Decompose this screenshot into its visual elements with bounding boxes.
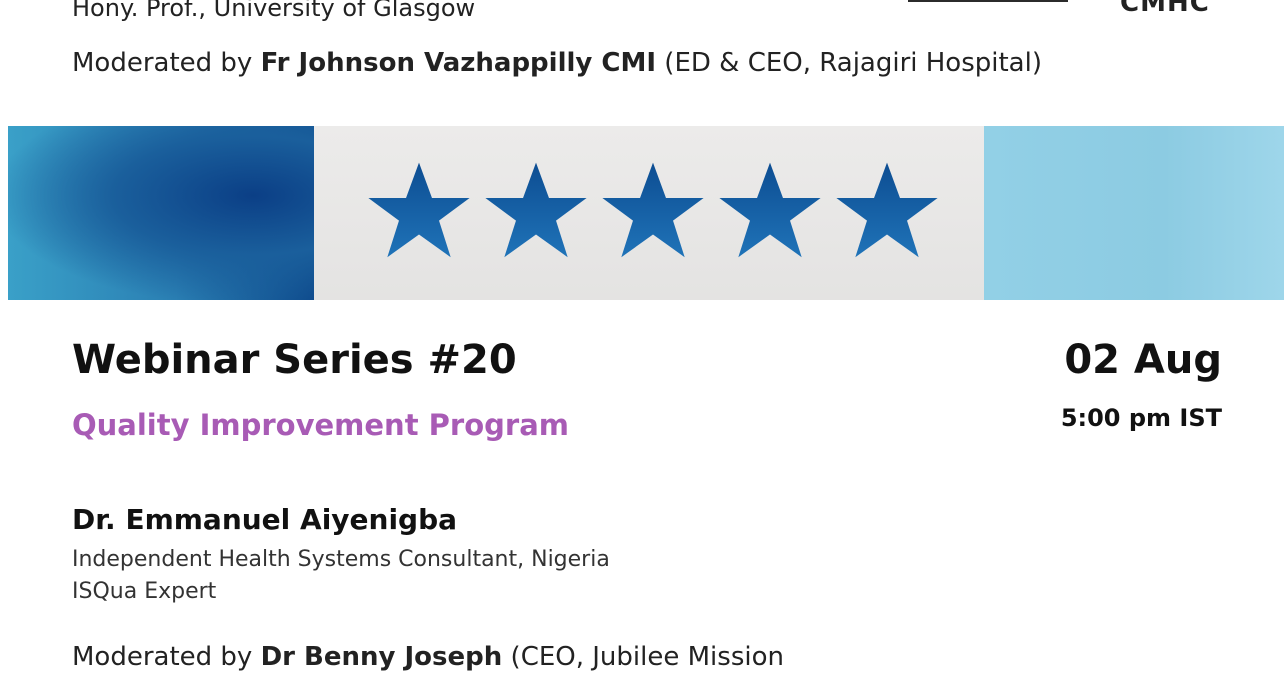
star-icon (481, 156, 591, 266)
webinar-date: 02 Aug (1064, 337, 1222, 383)
webinar-title: Webinar Series #20 (72, 337, 517, 383)
webinar-subtitle: Quality Improvement Program (72, 408, 569, 442)
rating-banner (8, 126, 1284, 300)
star-icon (364, 156, 474, 266)
star-icon (832, 156, 942, 266)
moderator-name: Dr Benny Joseph (260, 642, 503, 672)
webinar-time: 5:00 pm IST (1060, 404, 1222, 432)
moderator-role: (CEO, Jubilee Mission (502, 642, 784, 672)
banner-right-panel (984, 126, 1284, 300)
speaker-role: Independent Health Systems Consultant, N… (72, 547, 610, 572)
previous-moderator-name: Fr Johnson Vazhappilly CMI (260, 48, 657, 78)
previous-speaker-affiliation: Hony. Prof., University of Glasgow (72, 0, 476, 22)
previous-logo-bar (908, 0, 1068, 2)
previous-logo-text: CMHC (1120, 0, 1210, 18)
banner-left-panel (8, 126, 314, 300)
star-icon (598, 156, 708, 266)
webinar-page: Hony. Prof., University of Glasgow CMHC … (0, 0, 1284, 682)
speaker-credential: ISQua Expert (72, 579, 217, 604)
previous-moderator-prefix: Moderated by (72, 48, 261, 78)
previous-moderator-line: Moderated by Fr Johnson Vazhappilly CMI … (72, 46, 1042, 80)
star-icon (715, 156, 825, 266)
five-star-rating (364, 156, 944, 266)
speaker-name: Dr. Emmanuel Aiyenigba (72, 503, 458, 536)
moderator-line: Moderated by Dr Benny Joseph (CEO, Jubil… (72, 640, 784, 674)
previous-moderator-role: (ED & CEO, Rajagiri Hospital) (656, 48, 1042, 78)
moderator-prefix: Moderated by (72, 642, 261, 672)
